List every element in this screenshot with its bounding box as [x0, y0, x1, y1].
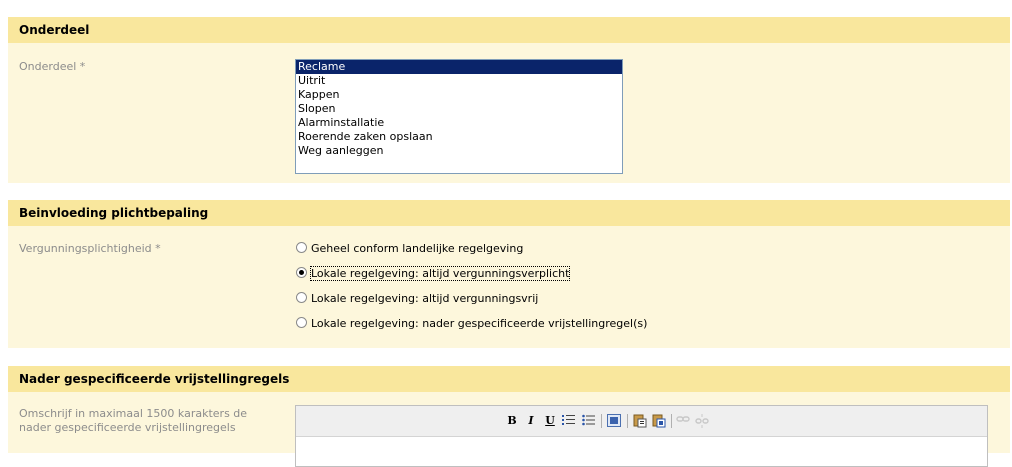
section-title: Nader gespecificeerde vrijstellingregels	[19, 372, 290, 386]
field-label-omschrijving-line2: nader gespecificeerde vrijstellingregels	[19, 421, 236, 434]
bold-icon[interactable]: B	[506, 414, 518, 428]
paste-word-icon[interactable]	[652, 414, 666, 428]
unlink-icon[interactable]	[695, 414, 709, 428]
section-header: Beinvloeding plichtbepaling	[8, 200, 1010, 226]
onderdeel-listbox[interactable]: Reclame Uitrit Kappen Slopen Alarminstal…	[295, 59, 623, 174]
section-beinvloeding: Beinvloeding plichtbepaling Vergunningsp…	[8, 200, 1010, 348]
radio-option-vergunningsvrij[interactable]: Lokale regelgeving: altijd vergunningsvr…	[296, 291, 538, 307]
list-item-weg-aanleggen[interactable]: Weg aanleggen	[296, 144, 622, 158]
toolbar-separator	[627, 414, 628, 428]
toolbar-separator	[671, 414, 672, 428]
list-item-alarminstallatie[interactable]: Alarminstallatie	[296, 116, 622, 130]
rich-text-editor[interactable]: B I U	[295, 405, 988, 467]
radio-label[interactable]: Lokale regelgeving: altijd vergunningsvr…	[311, 292, 538, 305]
list-item-kappen[interactable]: Kappen	[296, 88, 622, 102]
editor-toolbar: B I U	[296, 406, 987, 437]
radio-option-landelijk[interactable]: Geheel conform landelijke regelgeving	[296, 241, 523, 257]
radio-button[interactable]	[296, 292, 307, 303]
list-item-slopen[interactable]: Slopen	[296, 102, 622, 116]
radio-button[interactable]	[296, 317, 307, 328]
section-title: Onderdeel	[19, 23, 90, 37]
radio-label[interactable]: Lokale regelgeving: altijd vergunningsve…	[309, 266, 571, 281]
underline-icon[interactable]: U	[544, 414, 556, 428]
radio-label[interactable]: Geheel conform landelijke regelgeving	[311, 242, 523, 255]
italic-icon[interactable]: I	[526, 414, 536, 428]
ordered-list-icon[interactable]	[562, 414, 576, 428]
section-header: Onderdeel	[8, 17, 1010, 43]
select-all-icon[interactable]	[607, 414, 621, 428]
field-label-vergunningsplichtigheid: Vergunningsplichtigheid *	[19, 242, 161, 255]
radio-option-vrijstellingregels[interactable]: Lokale regelgeving: nader gespecificeerd…	[296, 316, 647, 332]
list-item-uitrit[interactable]: Uitrit	[296, 74, 622, 88]
section-title: Beinvloeding plichtbepaling	[19, 206, 209, 220]
field-label-omschrijving-line1: Omschrijf in maximaal 1500 karakters de	[19, 407, 248, 420]
unordered-list-icon[interactable]	[582, 414, 596, 428]
list-item-reclame[interactable]: Reclame	[296, 60, 622, 74]
radio-label[interactable]: Lokale regelgeving: nader gespecificeerd…	[311, 317, 647, 330]
link-icon[interactable]	[676, 414, 690, 428]
section-header: Nader gespecificeerde vrijstellingregels	[8, 366, 1010, 392]
section-onderdeel: Onderdeel Onderdeel * Reclame Uitrit Kap…	[8, 17, 1010, 183]
radio-option-vergunningsverplicht[interactable]: Lokale regelgeving: altijd vergunningsve…	[296, 266, 571, 282]
paste-text-icon[interactable]	[633, 414, 647, 428]
radio-button[interactable]	[296, 267, 307, 278]
radio-button[interactable]	[296, 242, 307, 253]
field-label-onderdeel: Onderdeel *	[19, 60, 86, 73]
toolbar-separator	[601, 414, 602, 428]
section-vrijstelling: Nader gespecificeerde vrijstellingregels…	[8, 366, 1010, 467]
list-item-roerende-zaken[interactable]: Roerende zaken opslaan	[296, 130, 622, 144]
